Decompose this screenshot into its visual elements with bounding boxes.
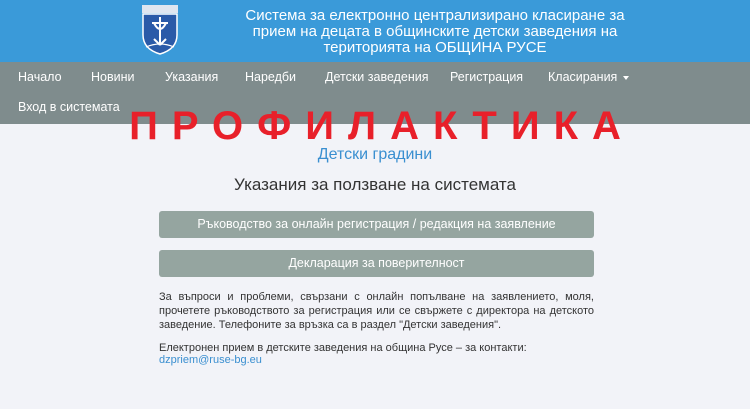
contact-line: Електронен прием в детските заведения на… [159,342,594,366]
nav-item-rankings[interactable]: Класирания [548,70,630,84]
nav-item-regulations[interactable]: Наредби [245,70,296,84]
site-header: Система за електронно централизирано кла… [0,0,750,62]
registration-guide-button[interactable]: Ръководство за онлайн регистрация / реда… [159,211,594,238]
page-title: Указания за ползване на системата [234,175,516,194]
maintenance-banner: ПРОФИЛАКТИКА [129,104,635,148]
site-title-line: прием на децата в общинските детски заве… [252,23,618,40]
nav-item-home[interactable]: Начало [18,70,62,84]
nav-item-registration[interactable]: Регистрация [450,70,523,84]
page-subtitle: Детски градини [317,146,433,163]
site-title: Система за електронно централизирано кла… [230,8,640,56]
caret-down-icon [623,75,630,80]
ruse-coat-of-arms-icon[interactable] [140,5,180,55]
privacy-declaration-button[interactable]: Декларация за поверителност [159,250,594,277]
nav-item-news[interactable]: Новини [91,70,135,84]
nav-item-instructions[interactable]: Указания [165,70,218,84]
site-title-line: територията на ОБЩИНА РУСЕ [323,39,547,56]
contact-email-link[interactable]: dzpriem@ruse-bg.eu [159,354,262,366]
nav-item-kindergartens[interactable]: Детски заведения [325,70,429,84]
contact-text: Електронен прием в детските заведения на… [159,342,527,354]
site-title-line: Система за електронно централизирано кла… [245,7,625,24]
help-info-text: За въпроси и проблеми, свързани с онлайн… [159,291,594,331]
nav-item-rankings-label: Класирания [548,70,618,84]
